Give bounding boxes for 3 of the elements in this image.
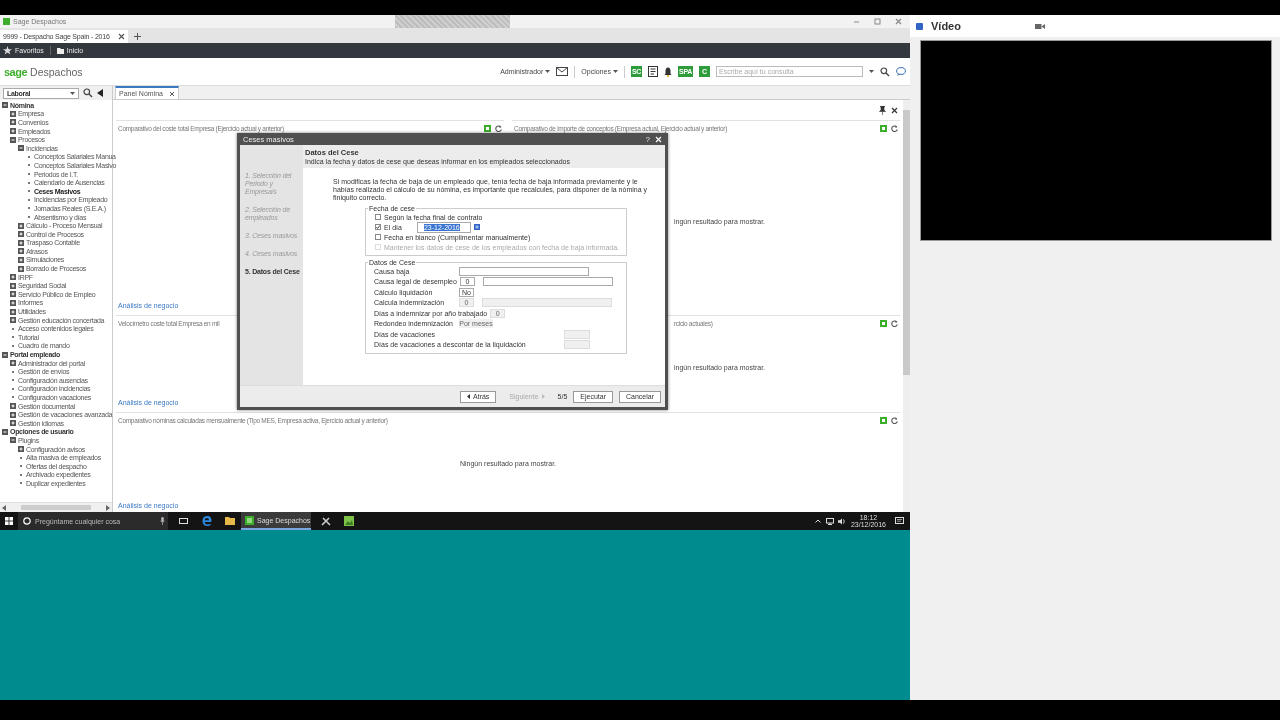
- logo: sage: [4, 65, 28, 78]
- panel-title: Vídeo: [931, 20, 962, 32]
- brand-name: Despachos: [30, 65, 83, 78]
